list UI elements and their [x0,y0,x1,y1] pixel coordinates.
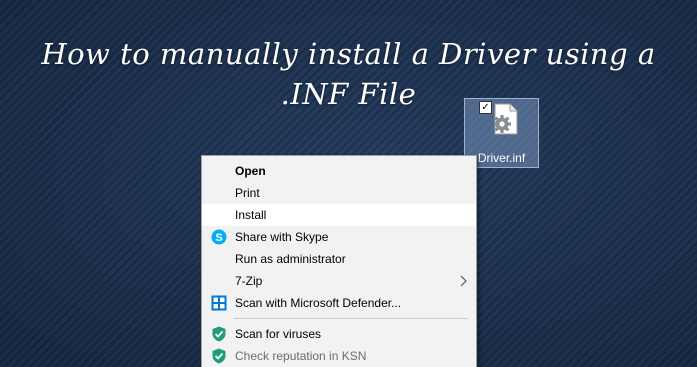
defender-icon [211,295,227,311]
skype-icon: S [211,229,227,245]
svg-text:S: S [215,232,222,244]
file-selection-checkbox[interactable]: ✓ [479,101,492,114]
kaspersky-shield-icon [212,326,226,342]
menu-item-label: Scan for viruses [235,327,322,341]
chevron-right-icon [460,275,467,287]
menu-item-label: 7-Zip [235,274,263,288]
title-line-2: .INF File [280,77,417,111]
menu-item-print[interactable]: Print [202,182,476,204]
menu-item-open[interactable]: Open [202,160,476,182]
menu-item-label: Open [235,164,266,178]
menu-item-share-with-skype[interactable]: S Share with Skype [202,226,476,248]
menu-item-check-reputation-ksn[interactable]: Check reputation in KSN [202,345,476,367]
context-menu: Open Print Install S Share with Skype Ru… [201,155,477,367]
menu-item-label: Run as administrator [235,252,346,266]
menu-item-label: Scan with Microsoft Defender... [235,296,402,310]
menu-item-scan-for-viruses[interactable]: Scan for viruses [202,323,476,345]
menu-item-label: Check reputation in KSN [235,349,367,363]
kaspersky-shield-icon [212,348,226,364]
title-line-1: How to manually install a Driver using a [41,37,656,71]
menu-item-label: Print [235,186,260,200]
menu-item-label: Share with Skype [235,230,329,244]
settings-file-icon [494,103,518,135]
menu-item-label: Install [235,208,267,222]
menu-item-run-as-administrator[interactable]: Run as administrator [202,248,476,270]
menu-item-install[interactable]: Install [202,204,476,226]
page-title: How to manually install a Driver using a… [0,34,697,114]
menu-item-7-zip[interactable]: 7-Zip [202,270,476,292]
menu-separator [234,318,468,319]
menu-item-scan-with-defender[interactable]: Scan with Microsoft Defender... [202,292,476,314]
